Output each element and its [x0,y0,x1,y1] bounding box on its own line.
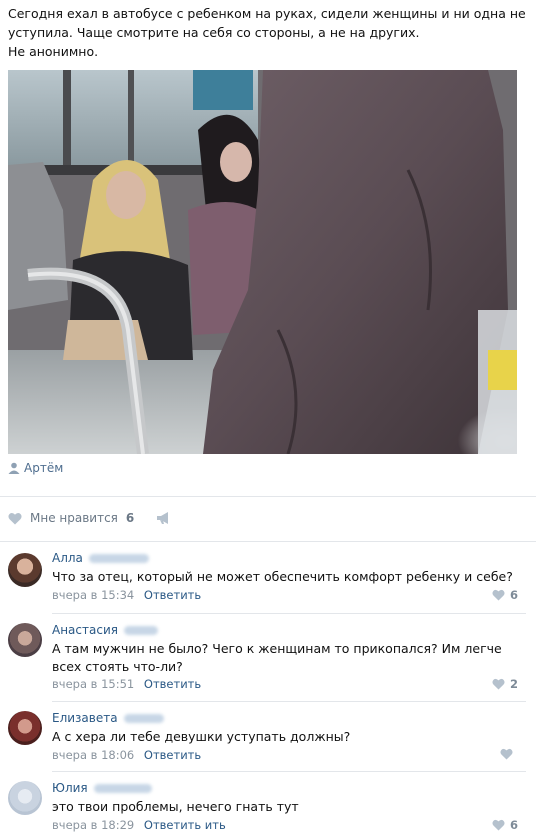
comment-meta: вчера в 15:51 Ответить [52,677,201,691]
comment-meta: вчера в 18:29 Ответить ить [52,818,226,832]
author-name[interactable]: Артём [24,461,63,475]
avatar[interactable] [8,553,42,587]
likes-count: 6 [125,511,135,525]
avatar[interactable] [8,711,42,745]
comment-meta: вчера в 18:06 Ответить [52,748,201,762]
post-text-line: Сегодня ехал в автобусе с ребенком на ру… [8,6,526,21]
blurred-surname [123,625,158,635]
comment-author[interactable]: Анастасия [52,623,158,637]
comment-like[interactable]: 6 [492,818,518,832]
comment-meta: вчера в 15:34 Ответить [52,588,201,602]
comment-like-count: 6 [509,818,518,832]
comment-author[interactable]: Алла [52,551,149,565]
comment-time[interactable]: вчера в 15:51 [52,677,134,691]
comment-author-name[interactable]: Юлия [52,781,88,795]
like-button[interactable]: Мне нравится [30,511,118,525]
comment-author-name[interactable]: Алла [52,551,83,565]
bus-photo [8,70,517,454]
heart-icon [492,819,505,831]
comment: Анастасия А там мужчин не было? Чего к ж… [0,613,536,701]
heart-icon [492,589,505,601]
megaphone-icon[interactable] [156,511,172,525]
comment-text: А там мужчин не было? Чего к женщинам то… [52,641,502,674]
post-author[interactable]: Артём [8,458,63,478]
reply-button[interactable]: Ответить [144,748,201,762]
blurred-surname [88,553,149,563]
comment-time[interactable]: вчера в 15:34 [52,588,134,602]
reply-button[interactable]: Ответить ить [144,818,226,832]
blurred-surname [93,783,152,793]
comment-like[interactable] [500,748,518,760]
comment: Елизавета А с хера ли тебе девушки уступ… [0,701,536,771]
comment-time[interactable]: вчера в 18:06 [52,748,134,762]
comment-text: А с хера ли тебе девушки уступать должны… [52,729,351,744]
comment-like-count: 2 [509,677,518,691]
reply-button[interactable]: Ответить [144,677,201,691]
comment: Алла Что за отец, который не может обесп… [0,541,536,613]
heart-icon[interactable] [8,512,22,525]
divider [0,496,536,497]
comment-text: Что за отец, который не может обеспечить… [52,569,513,584]
person-icon [8,462,20,474]
comment-text: это твои проблемы, нечего гнать тут [52,799,299,814]
blurred-surname [123,713,164,723]
reply-button[interactable]: Ответить [144,588,201,602]
avatar[interactable] [8,623,42,657]
heart-icon [500,748,513,760]
post-photo[interactable] [8,70,517,454]
heart-icon [492,678,505,690]
avatar[interactable] [8,781,42,815]
comment-author[interactable]: Юлия [52,781,152,795]
comment-like[interactable]: 6 [492,588,518,602]
post-text: Сегодня ехал в автобусе с ребенком на ру… [8,4,528,61]
comment-author-name[interactable]: Анастасия [52,623,118,637]
post-text-line: уступила. Чаще смотрите на себя со сторо… [8,25,420,40]
post-actions: Мне нравится 6 [8,506,172,530]
comment-like-count: 6 [509,588,518,602]
comment-like[interactable]: 2 [492,677,518,691]
comment-author[interactable]: Елизавета [52,711,164,725]
post-text-line: Не анонимно. [8,44,99,59]
comment: Юлия это твои проблемы, нечего гнать тут… [0,771,536,837]
comment-author-name[interactable]: Елизавета [52,711,118,725]
comment-time[interactable]: вчера в 18:29 [52,818,134,832]
